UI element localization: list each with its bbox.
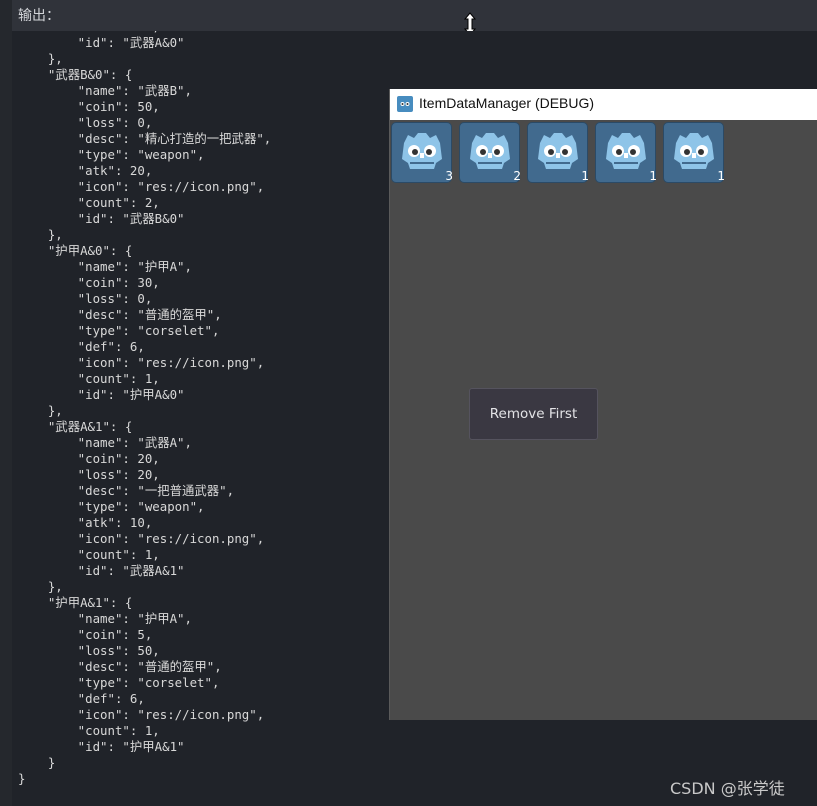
godot-icon: [402, 133, 442, 169]
inventory-slot[interactable]: 3: [391, 122, 453, 183]
output-panel-header: 输出：: [12, 0, 817, 32]
output-panel-title: 输出：: [18, 8, 60, 24]
slot-count: 3: [445, 169, 453, 183]
godot-icon: [397, 96, 413, 112]
godot-icon: [606, 133, 646, 169]
godot-icon: [674, 133, 714, 169]
window-title: ItemDataManager (DEBUG): [419, 95, 595, 111]
slot-count: 1: [717, 169, 725, 183]
godot-icon: [470, 133, 510, 169]
slot-count: 2: [513, 169, 521, 183]
window-titlebar[interactable]: ItemDataManager (DEBUG): [390, 89, 817, 120]
godot-icon: [538, 133, 578, 169]
output-text: "count": 1, "id": "武器A&0" }, "武器B&0": { …: [18, 31, 272, 786]
debug-window[interactable]: ItemDataManager (DEBUG) 3 2 1 1 1 Remove…: [390, 89, 817, 720]
inventory-slot[interactable]: 1: [527, 122, 589, 183]
inventory-slot[interactable]: 2: [459, 122, 521, 183]
inventory-slot[interactable]: 1: [663, 122, 725, 183]
slot-count: 1: [649, 169, 657, 183]
csdn-watermark: CSDN @张学徒: [670, 779, 785, 798]
inventory-slot[interactable]: 1: [595, 122, 657, 183]
slot-count: 1: [581, 169, 589, 183]
remove-first-button[interactable]: Remove First: [469, 388, 598, 440]
editor-left-gutter: [0, 0, 12, 806]
